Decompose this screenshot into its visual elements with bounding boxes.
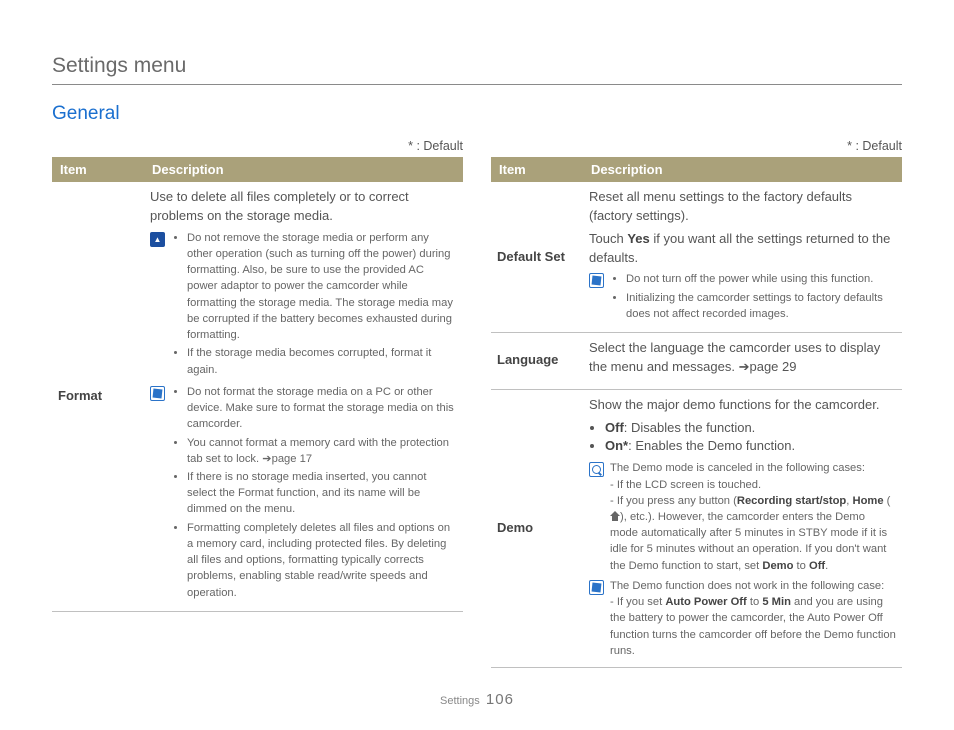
two-column-layout: * : Default Item Description Format Use … bbox=[52, 139, 902, 668]
header-item: Item bbox=[52, 157, 144, 182]
section-title: General bbox=[52, 103, 902, 125]
demo-mag-l1: - If the LCD screen is touched. bbox=[610, 477, 896, 493]
row-language: Language Select the language the camcord… bbox=[491, 333, 902, 390]
demo-off: Off: Disables the function. bbox=[605, 419, 896, 438]
demo-lead: Show the major demo functions for the ca… bbox=[589, 396, 896, 415]
left-table: Item Description Format Use to delete al… bbox=[52, 157, 463, 612]
demo-note2-intro: The Demo function does not work in the f… bbox=[610, 578, 896, 594]
dn-c: to bbox=[747, 596, 763, 608]
dn-d: 5 Min bbox=[762, 596, 791, 608]
dm-e: ( bbox=[884, 495, 891, 507]
warning-icon bbox=[150, 232, 165, 247]
dm-j: . bbox=[825, 560, 828, 572]
default-set-lead2: Touch Yes if you want all the settings r… bbox=[589, 230, 896, 268]
row-default-set: Default Set Reset all menu settings to t… bbox=[491, 182, 902, 333]
demo-mag-body: The Demo mode is canceled in the followi… bbox=[610, 460, 896, 574]
left-column: * : Default Item Description Format Use … bbox=[52, 139, 463, 668]
format-warning-block: Do not remove the storage media or perfo… bbox=[150, 230, 457, 380]
item-default-set: Default Set bbox=[491, 182, 583, 333]
demo-options: Off: Disables the function. On*: Enables… bbox=[589, 419, 896, 457]
default-set-lead1: Reset all menu settings to the factory d… bbox=[589, 188, 896, 226]
default-marker-left: * : Default bbox=[52, 139, 463, 153]
demo-mag-intro: The Demo mode is canceled in the followi… bbox=[610, 460, 896, 476]
dm-g: Demo bbox=[762, 560, 793, 572]
default-set-note-block: Do not turn off the power while using th… bbox=[589, 271, 896, 324]
row-demo: Demo Show the major demo functions for t… bbox=[491, 389, 902, 667]
footer-label: Settings bbox=[440, 695, 480, 707]
format-note-2: You cannot format a memory card with the… bbox=[187, 435, 457, 467]
note-icon bbox=[589, 273, 604, 288]
item-language: Language bbox=[491, 333, 583, 390]
format-note-list: Do not format the storage media on a PC … bbox=[171, 384, 457, 603]
row-format: Format Use to delete all files completel… bbox=[52, 182, 463, 611]
dm-d: Home bbox=[852, 495, 883, 507]
default-set-note-list: Do not turn off the power while using th… bbox=[610, 271, 896, 324]
right-column: * : Default Item Description Default Set… bbox=[491, 139, 902, 668]
ds-l2b: Yes bbox=[627, 231, 649, 246]
demo-note2-line: - If you set Auto Power Off to 5 Min and… bbox=[610, 594, 896, 659]
demo-mag-block: The Demo mode is canceled in the followi… bbox=[589, 460, 896, 574]
format-warning-list: Do not remove the storage media or perfo… bbox=[171, 230, 457, 380]
dn-a: - If you set bbox=[610, 596, 665, 608]
format-note-1: Do not format the storage media on a PC … bbox=[187, 384, 457, 433]
dm-h: to bbox=[793, 560, 809, 572]
format-warn-2: If the storage media becomes corrupted, … bbox=[187, 345, 457, 377]
header-description: Description bbox=[144, 157, 463, 182]
format-note-3: If there is no storage media inserted, y… bbox=[187, 469, 457, 518]
desc-format: Use to delete all files completely or to… bbox=[144, 182, 463, 611]
page-title: Settings menu bbox=[52, 54, 902, 78]
dm-b: Recording start/stop bbox=[737, 495, 846, 507]
demo-off-text: : Disables the function. bbox=[624, 420, 756, 435]
demo-on-text: : Enables the Demo function. bbox=[628, 438, 795, 453]
note-icon bbox=[589, 580, 604, 595]
title-rule bbox=[52, 84, 902, 85]
home-icon bbox=[610, 511, 620, 521]
ds-note-2: Initializing the camcorder settings to f… bbox=[626, 290, 896, 322]
right-table: Item Description Default Set Reset all m… bbox=[491, 157, 902, 668]
footer-page-number: 106 bbox=[486, 691, 514, 708]
dn-b: Auto Power Off bbox=[665, 596, 746, 608]
format-note-4: Formatting completely deletes all files … bbox=[187, 520, 457, 601]
desc-default-set: Reset all menu settings to the factory d… bbox=[583, 182, 902, 333]
item-format: Format bbox=[52, 182, 144, 611]
dm-f: ), etc.). However, the camcorder enters … bbox=[610, 511, 887, 572]
demo-on: On*: Enables the Demo function. bbox=[605, 437, 896, 456]
header-description-r: Description bbox=[583, 157, 902, 182]
language-lead: Select the language the camcorder uses t… bbox=[589, 339, 896, 377]
demo-on-label: On* bbox=[605, 438, 628, 453]
desc-language: Select the language the camcorder uses t… bbox=[583, 333, 902, 390]
header-item-r: Item bbox=[491, 157, 583, 182]
ds-note-1: Do not turn off the power while using th… bbox=[626, 271, 896, 287]
page-footer: Settings 106 bbox=[0, 691, 954, 708]
format-lead: Use to delete all files completely or to… bbox=[150, 188, 457, 226]
demo-mag-l2: - If you press any button (Recording sta… bbox=[610, 493, 896, 574]
ds-l2a: Touch bbox=[589, 231, 627, 246]
demo-note2-body: The Demo function does not work in the f… bbox=[610, 578, 896, 659]
magnifier-icon bbox=[589, 462, 604, 477]
demo-note2-block: The Demo function does not work in the f… bbox=[589, 578, 896, 659]
demo-off-label: Off bbox=[605, 420, 624, 435]
format-warn-1: Do not remove the storage media or perfo… bbox=[187, 230, 457, 344]
default-marker-right: * : Default bbox=[491, 139, 902, 153]
desc-demo: Show the major demo functions for the ca… bbox=[583, 389, 902, 667]
dm-a: - If you press any button ( bbox=[610, 495, 737, 507]
item-demo: Demo bbox=[491, 389, 583, 667]
note-icon bbox=[150, 386, 165, 401]
dm-i: Off bbox=[809, 560, 825, 572]
format-note-block: Do not format the storage media on a PC … bbox=[150, 384, 457, 603]
